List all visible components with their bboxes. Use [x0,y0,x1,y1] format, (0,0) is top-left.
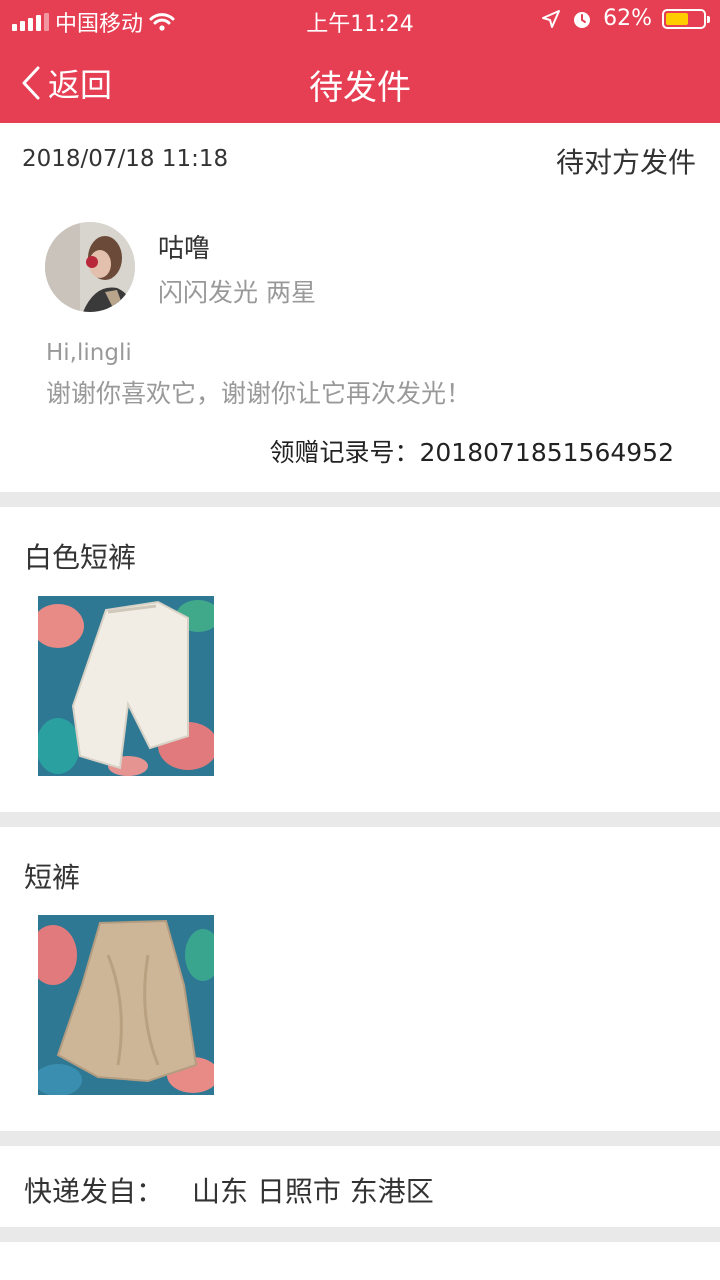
section-divider [0,492,720,507]
user-level: 闪闪发光 两星 [158,278,316,307]
section-divider [0,1131,720,1146]
battery-fill [666,12,688,25]
item-photo-image [38,596,214,776]
section-divider [0,812,720,827]
shipping-label: 快递发自： [24,1175,165,1208]
item-photo[interactable] [38,915,214,1095]
item-title: 短裤 [24,861,81,894]
status-right: 62% [541,6,710,31]
message-body: 谢谢你喜欢它，谢谢你让它再次发光！ [46,379,472,408]
battery-percent: 62% [603,6,652,31]
item-photo-image [38,915,214,1095]
record-label: 领赠记录号： [269,438,420,467]
avatar[interactable] [45,222,135,312]
status-bar: 中国移动 上午11:24 62% [0,0,720,40]
top-bar: 中国移动 上午11:24 62% 返回 待发件 [0,0,720,123]
item-photo[interactable] [38,596,214,776]
user-name: 咕噜 [158,234,211,264]
section-divider [0,1227,720,1242]
record-number-row: 领赠记录号：2018071851564952 [269,433,674,469]
record-number: 2018071851564952 [419,438,675,467]
alarm-icon [574,11,591,28]
avatar-image [45,222,135,312]
battery-icon [662,8,710,29]
message-greeting: Hi,lingli [46,340,132,366]
page-title: 待发件 [309,68,411,108]
item-title: 白色短裤 [24,541,137,574]
location-arrow-icon [542,9,561,28]
shipping-origin: 山东 日照市 东港区 [192,1175,434,1208]
order-datetime: 2018/07/18 11:18 [22,146,229,172]
order-status: 待对方发件 [555,146,696,179]
